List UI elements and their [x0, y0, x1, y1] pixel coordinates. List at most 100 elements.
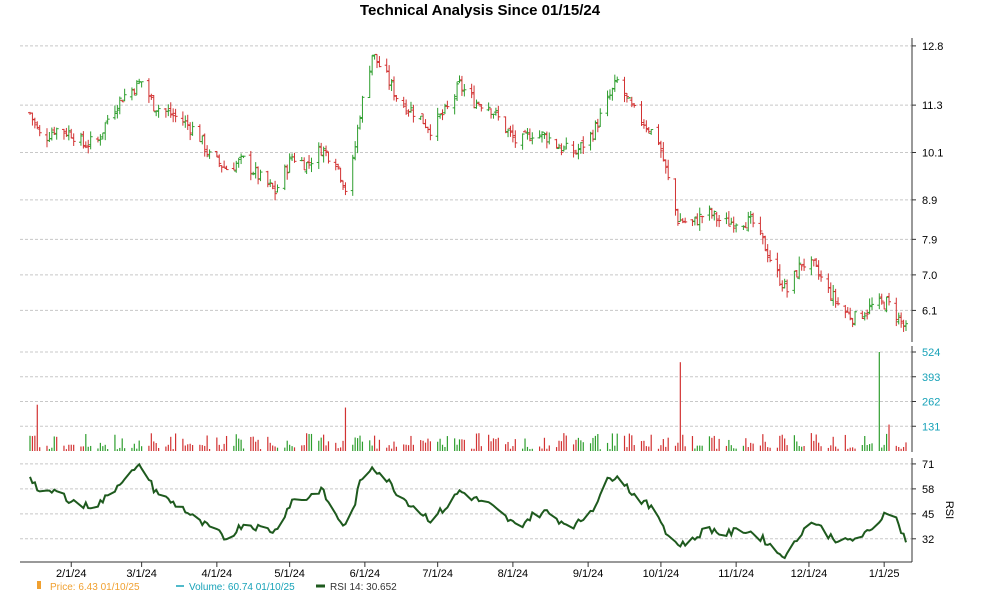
price-ohlc-bar	[751, 212, 756, 228]
price-ohlc-bar	[47, 131, 52, 142]
price-ohlc-bar	[848, 307, 853, 321]
price-ohlc-bar	[850, 318, 855, 328]
price-ohlc-bar	[503, 116, 508, 134]
x-tick-label: 7/1/24	[422, 568, 453, 580]
price-ohlc-bar	[760, 232, 765, 245]
price-ohlc-bar	[523, 129, 528, 133]
x-tick-label: 5/1/24	[274, 568, 305, 580]
price-ohlc-bar	[802, 258, 807, 271]
price-ohlc-bar	[588, 131, 593, 151]
price-ohlc-bar	[421, 113, 426, 125]
x-tick-label: 6/1/24	[350, 568, 381, 580]
legend: Price: 6.43 01/10/25 Volume: 60.74 01/10…	[37, 581, 397, 593]
price-tick-label: 10.1	[922, 147, 943, 159]
price-ohlc-bar	[180, 111, 185, 126]
x-tick-label: 11/1/24	[718, 568, 754, 580]
price-ohlc-bar	[197, 124, 202, 143]
price-ohlc-bar	[641, 119, 646, 129]
price-ohlc-bar	[887, 292, 892, 306]
price-ohlc-bar	[239, 153, 244, 165]
price-tick-label: 8.9	[922, 195, 937, 207]
price-ohlc-bar	[404, 99, 409, 115]
price-ohlc-bar	[486, 102, 491, 112]
price-ohlc-bar	[442, 103, 447, 115]
price-ohlc-bar	[452, 94, 457, 115]
price-ohlc-bar	[324, 145, 329, 157]
price-ohlc-bar	[758, 216, 763, 236]
price-ohlc-bar	[343, 182, 348, 196]
price-ohlc-bar	[554, 138, 559, 149]
price-ohlc-bar	[595, 118, 600, 133]
price-ohlc-bar	[811, 259, 816, 267]
price-ohlc-bar	[122, 88, 127, 102]
price-ohlc-bar	[799, 264, 804, 271]
price-ohlc-bar	[231, 162, 236, 171]
price-ohlc-bar	[680, 218, 685, 224]
price-ohlc-bar	[792, 270, 797, 294]
x-axis: 2/1/24 3/1/24 4/1/24 5/1/24 6/1/24 7/1/24 8/1/…	[20, 561, 912, 580]
price-ohlc-bar	[537, 130, 542, 139]
price-ohlc-bar	[547, 132, 552, 145]
price-ohlc-bar	[44, 128, 49, 148]
price-ohlc-bar	[425, 126, 430, 134]
price-ohlc-bar	[338, 167, 343, 183]
legend-rsi: RSI 14: 30.652	[330, 582, 397, 593]
price-ohlc-bar	[166, 104, 171, 117]
price-ohlc-bar	[785, 279, 790, 298]
price-ohlc-bar	[697, 207, 702, 231]
price-ohlc-bar	[605, 90, 610, 117]
legend-price-marker	[37, 581, 41, 589]
volume-panel: 131 262 393 524	[20, 346, 940, 452]
price-ohlc-bar	[581, 136, 586, 155]
price-ohlc-bar	[826, 273, 831, 294]
price-ohlc-bar	[564, 137, 569, 150]
price-ohlc-bar	[190, 121, 195, 136]
price-ohlc-bar	[71, 133, 76, 146]
price-tick-label: 6.1	[922, 305, 937, 317]
x-tick-label: 1/1/25	[869, 568, 900, 580]
price-ohlc-bar	[455, 81, 460, 101]
price-ohlc-bar	[700, 215, 705, 224]
price-ohlc-bar	[870, 297, 875, 310]
price-ohlc-bar	[83, 141, 88, 149]
price-ohlc-bar	[819, 270, 824, 282]
price-ohlc-bar	[814, 258, 819, 268]
price-tick-label: 11.3	[922, 100, 943, 112]
price-ohlc-bar	[214, 150, 219, 158]
price-ohlc-bar	[469, 83, 474, 99]
price-ohlc-bar	[474, 99, 479, 109]
price-ohlc-bar	[775, 252, 780, 278]
price-ohlc-bar	[222, 160, 227, 168]
rsi-series-line	[29, 462, 907, 560]
price-tick-label: 12.8	[922, 41, 943, 53]
price-ohlc-bar	[95, 136, 100, 143]
price-ohlc-bar	[100, 132, 105, 140]
price-ohlc-bar	[66, 125, 71, 141]
price-ohlc-bar	[459, 75, 464, 96]
price-ohlc-bar	[882, 301, 887, 310]
price-ohlc-bar	[129, 87, 134, 101]
price-ohlc-bar	[780, 280, 785, 292]
price-ohlc-bar	[149, 93, 154, 100]
price-ohlc-bar	[598, 108, 603, 128]
price-ohlc-bar	[675, 208, 680, 226]
price-tick-label: 7.9	[922, 234, 937, 246]
price-ohlc-bar	[61, 128, 66, 140]
x-tick-label: 4/1/24	[202, 568, 233, 580]
price-ohlc-bar	[768, 250, 773, 263]
price-ohlc-bar	[457, 75, 462, 84]
chart-title: Technical Analysis Since 01/15/24	[360, 2, 601, 19]
price-ohlc-bar	[559, 143, 564, 156]
price-ohlc-bar	[712, 210, 717, 221]
price-ohlc-bar	[156, 104, 161, 118]
x-tick-label: 3/1/24	[126, 568, 157, 580]
x-tick-label: 10/1/24	[643, 568, 680, 580]
price-ohlc-bar	[275, 184, 280, 193]
price-ohlc-bar	[695, 213, 700, 226]
price-ohlc-bar	[828, 282, 833, 301]
price-ohlc-bar	[370, 54, 375, 76]
price-ohlc-bar	[37, 125, 42, 137]
rsi-panel: 32 45 58 71 RSI	[20, 458, 955, 562]
price-ohlc-bar	[644, 120, 649, 133]
rsi-tick-label: 45	[922, 509, 934, 521]
